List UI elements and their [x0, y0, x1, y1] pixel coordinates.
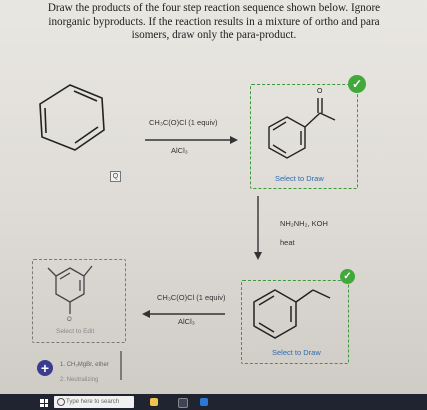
magnify-icon[interactable]: Q [110, 171, 121, 182]
taskbar-search-input[interactable]: Type here to search [54, 396, 134, 408]
step4-reagent-1: 1. CH₃MgBr, ether [60, 362, 109, 368]
step1-reagent-1: CH₃C(O)Cl (1 equiv) [149, 118, 218, 127]
step4-reagent-2: 2. Neutralizing [60, 377, 99, 383]
checkmark-icon: ✓ [340, 269, 355, 284]
select-to-edit-button[interactable]: Select to Edit [56, 328, 94, 335]
oxygen-label: O [317, 88, 323, 95]
step1-reagent-2: AlCl₃ [171, 146, 188, 155]
step2-reagent-2: heat [280, 238, 295, 247]
step3-reagent-2: AlCl₃ [178, 317, 195, 326]
step2-reagent-1: NH₂NH₂, KOH [280, 219, 328, 228]
select-to-draw-button[interactable]: Select to Draw [275, 174, 324, 183]
checkmark-icon: ✓ [348, 75, 366, 93]
assignment-page: Draw the products of the four step react… [0, 0, 427, 396]
oxygen-label: O [67, 317, 72, 323]
step3-reagent-1: CH₃C(O)Cl (1 equiv) [157, 293, 226, 302]
windows-start-icon[interactable] [40, 399, 48, 407]
task-view-icon[interactable] [178, 398, 188, 408]
sparkle-icon[interactable] [150, 398, 158, 406]
starting-material-box [32, 78, 118, 180]
select-to-draw-button[interactable]: Select to Draw [272, 348, 321, 357]
add-step-button[interactable]: + [37, 360, 53, 376]
edge-browser-icon[interactable] [200, 398, 208, 406]
search-icon [57, 398, 65, 406]
